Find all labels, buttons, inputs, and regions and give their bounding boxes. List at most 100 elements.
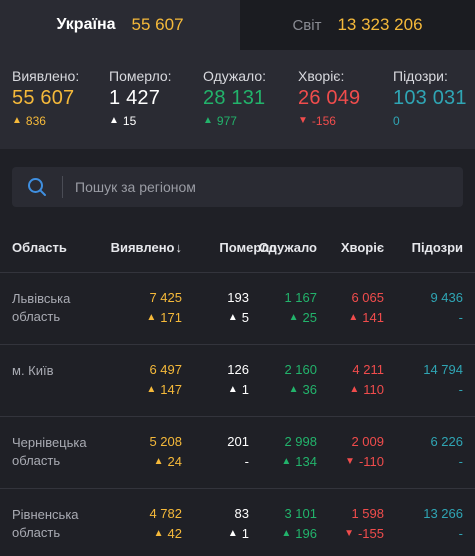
- search-divider: [62, 176, 63, 198]
- arrow-down-icon: ▼: [298, 115, 308, 126]
- arrow-up-icon: ▲: [146, 311, 157, 323]
- column-header-suspect[interactable]: Підозри: [412, 240, 463, 255]
- table-header: Область Виявлено↓ Померло Одужало Хворіє…: [0, 232, 475, 262]
- arrow-up-icon: ▲: [288, 311, 299, 323]
- column-header-region[interactable]: Область: [12, 240, 67, 255]
- cell-recovered-delta: ▲ 36: [289, 382, 317, 397]
- cell-recovered-delta: ▲ 134: [281, 454, 317, 469]
- column-header-sick[interactable]: Хворіє: [341, 240, 384, 255]
- cell-sick-delta: ▼ -110: [345, 454, 384, 469]
- stat-confirmed-delta: ▲ 836: [12, 114, 79, 128]
- stat-sick-delta: ▼ -156: [298, 114, 360, 128]
- column-header-confirmed-label: Виявлено: [110, 240, 175, 255]
- arrow-up-icon: ▲: [281, 455, 292, 467]
- cell-suspect-delta: -: [459, 310, 463, 325]
- stat-deaths-delta: ▲ 15: [109, 114, 172, 128]
- cell-recovered: 3 101: [284, 506, 317, 521]
- cell-suspect-delta-value: -: [458, 310, 463, 325]
- stat-confirmed-delta-value: 836: [25, 114, 46, 128]
- cell-recovered-delta-value: 134: [295, 454, 317, 469]
- tab-ukraine-label: Україна: [56, 16, 116, 33]
- cell-sick-delta: ▼ -155: [344, 526, 384, 541]
- stat-deaths-label: Померло:: [109, 68, 172, 84]
- search-input[interactable]: [75, 179, 435, 195]
- arrow-up-icon: ▲: [348, 311, 359, 323]
- stat-suspect-delta: 0: [393, 114, 467, 128]
- cell-deaths: 126: [227, 362, 249, 377]
- column-header-recovered[interactable]: Одужало: [259, 240, 317, 255]
- stat-recovered: Одужало: 28 131 ▲ 977: [203, 68, 266, 128]
- arrow-up-icon: ▲: [227, 383, 238, 395]
- arrow-up-icon: ▲: [227, 527, 238, 539]
- cell-suspect-delta: -: [459, 526, 463, 541]
- stat-recovered-value: 28 131: [203, 87, 266, 109]
- region-name: Чернівецька область: [12, 435, 87, 468]
- stat-suspect-value: 103 031: [393, 87, 467, 109]
- tab-world-value: 13 323 206: [337, 15, 423, 34]
- arrow-up-icon: ▲: [349, 383, 360, 395]
- cell-sick: 4 211: [352, 362, 384, 377]
- table-row[interactable]: Чернівецька область 5 208 ▲ 24 201-2 998 ▲ 134…: [0, 416, 475, 488]
- cell-confirmed-delta: ▲ 171: [146, 310, 182, 325]
- cell-recovered-delta: ▲ 196: [281, 526, 317, 541]
- arrow-up-icon: ▲: [109, 115, 119, 126]
- stat-deaths-value: 1 427: [109, 87, 161, 109]
- cell-confirmed: 7 425: [149, 290, 182, 305]
- table-row[interactable]: Рівненська область 4 782 ▲ 42 83 ▲ 1 3 101 ▲ 196 1…: [0, 488, 475, 556]
- arrow-up-icon: ▲: [288, 383, 299, 395]
- cell-sick: 1 598: [351, 506, 384, 521]
- tab-ukraine[interactable]: Україна 55 607: [0, 0, 240, 50]
- cell-confirmed-delta: ▲ 147: [146, 382, 182, 397]
- region-name: м. Київ: [12, 363, 54, 378]
- stat-sick-label: Хворіє:: [298, 68, 345, 84]
- cell-suspect-delta-value: -: [458, 526, 463, 541]
- cell-suspect-delta: -: [459, 454, 463, 469]
- cell-suspect-delta-value: -: [458, 454, 463, 469]
- arrow-up-icon: ▲: [281, 527, 292, 539]
- cell-suspect: 9 436: [430, 290, 463, 305]
- arrow-down-icon: ▼: [345, 455, 355, 467]
- table-row[interactable]: Львівська область 7 425 ▲ 171 193 ▲ 5 1 167 ▲ 25 6…: [0, 272, 475, 344]
- stat-sick-value: 26 049: [298, 87, 361, 109]
- cell-deaths-delta: -: [245, 454, 249, 469]
- cell-sick: 6 065: [351, 290, 384, 305]
- arrow-up-icon: ▲: [153, 527, 164, 539]
- cell-recovered: 1 167: [284, 290, 317, 305]
- cell-deaths-delta-value: 1: [241, 526, 249, 541]
- stat-confirmed-label: Виявлено:: [12, 68, 80, 84]
- tab-world-label: Світ: [292, 16, 322, 34]
- region-search-box: [12, 167, 463, 207]
- region-tabs: Україна 55 607 Світ 13 323 206: [0, 0, 475, 50]
- cell-suspect: 14 794: [423, 362, 463, 377]
- cell-suspect: 13 266: [423, 506, 463, 521]
- cell-deaths-delta-value: -: [244, 454, 249, 469]
- cell-sick-delta-value: -110: [358, 454, 384, 469]
- sort-desc-icon: ↓: [175, 240, 183, 255]
- cell-sick-delta: ▲ 141: [348, 310, 384, 325]
- cell-confirmed-delta-value: 42: [167, 526, 182, 541]
- cell-recovered-delta: ▲ 25: [289, 310, 317, 325]
- stat-confirmed-value: 55 607: [12, 87, 75, 109]
- cell-deaths-delta: ▲ 1: [228, 526, 249, 541]
- cell-recovered-delta-value: 25: [302, 310, 317, 325]
- table-row[interactable]: м. Київ 6 497 ▲ 147 126 ▲ 1 2 160 ▲ 36 4 211 ▲ 110 14…: [0, 344, 475, 416]
- cell-confirmed-delta-value: 147: [160, 382, 182, 397]
- stat-confirmed: Виявлено: 55 607 ▲ 836: [12, 68, 79, 128]
- cell-deaths: 201: [227, 434, 249, 449]
- search-icon[interactable]: [12, 167, 62, 207]
- arrow-up-icon: ▲: [12, 115, 22, 126]
- arrow-up-icon: ▲: [203, 115, 213, 126]
- column-header-confirmed[interactable]: Виявлено↓: [111, 240, 182, 255]
- stat-suspect-delta-value: 0: [393, 114, 400, 128]
- cell-deaths-delta-value: 1: [241, 382, 249, 397]
- cell-deaths-delta-value: 5: [241, 310, 249, 325]
- arrow-down-icon: ▼: [344, 527, 354, 539]
- stat-sick: Хворіє: 26 049 ▼ -156: [298, 68, 360, 128]
- cell-confirmed-delta-value: 171: [160, 310, 182, 325]
- cell-confirmed-delta-value: 24: [167, 454, 182, 469]
- tab-world[interactable]: Світ 13 323 206: [240, 0, 475, 50]
- stat-sick-delta-value: -156: [311, 114, 336, 128]
- cell-deaths-delta: ▲ 1: [228, 382, 249, 397]
- region-name: Рівненська область: [12, 507, 79, 540]
- cell-sick: 2 009: [351, 434, 384, 449]
